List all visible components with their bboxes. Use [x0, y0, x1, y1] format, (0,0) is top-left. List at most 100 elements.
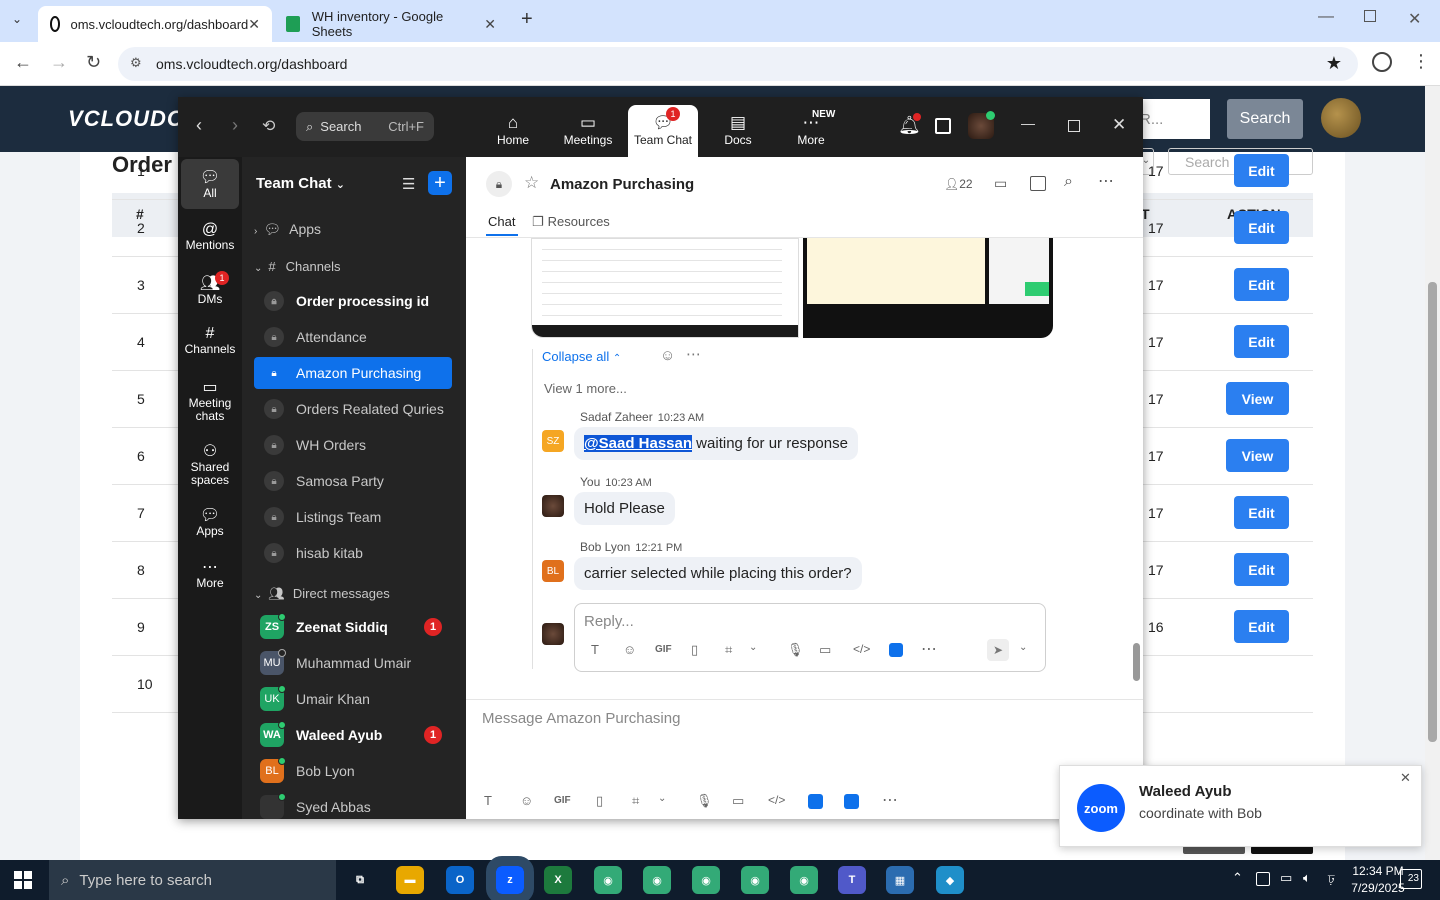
edit-button[interactable]: Edit [1234, 211, 1289, 244]
video-call-icon[interactable]: ▭ [994, 175, 1007, 192]
close-window-icon[interactable]: ✕ [1408, 9, 1421, 29]
view-more-link[interactable]: View 1 more... [544, 381, 627, 396]
reply-input[interactable]: Reply... [584, 613, 634, 630]
format-text-icon[interactable]: T [484, 793, 492, 808]
calendar-icon[interactable] [1030, 176, 1046, 191]
avatar[interactable]: SZ [542, 430, 564, 452]
tab-chat[interactable]: Chat [488, 214, 515, 229]
outlook-icon[interactable]: O [446, 866, 474, 894]
chrome-icon[interactable]: ◉ [741, 866, 769, 894]
vscode-icon[interactable]: ◆ [936, 866, 964, 894]
new-tab-icon[interactable]: + [521, 8, 533, 31]
message-bubble[interactable]: @Saad Hassan waiting for ur response [574, 427, 858, 460]
calculator-icon[interactable]: ▦ [886, 866, 914, 894]
notification-center-icon[interactable]: 23 [1400, 869, 1422, 889]
more-icon[interactable]: ⋯ [882, 790, 898, 810]
edit-button[interactable]: Edit [1234, 268, 1289, 301]
file-icon[interactable]: ▯ [596, 793, 603, 809]
video-message-icon[interactable]: ▭ [819, 642, 831, 658]
channel-item[interactable]: 🔒︎ Orders Realated Quries [254, 393, 452, 425]
edit-button[interactable]: Edit [1234, 496, 1289, 529]
channel-item[interactable]: 🔒︎ Order processing id [254, 285, 452, 317]
code-icon[interactable]: </> [768, 793, 785, 807]
avatar[interactable] [542, 495, 564, 517]
zoom-app-icon[interactable] [808, 794, 823, 809]
tab-dashboard[interactable]: oms.vcloudtech.org/dashboard ✕ [38, 6, 272, 42]
tab-meetings[interactable]: ▭ Meetings [553, 105, 623, 157]
tab-sheets[interactable]: WH inventory - Google Sheets ✕ [274, 6, 508, 42]
rail-channels[interactable]: # Channels [181, 317, 239, 367]
scrollbar-thumb[interactable] [1133, 643, 1140, 681]
taskbar-search[interactable]: ⌕ Type here to search [49, 860, 336, 900]
forward-icon[interactable]: › [232, 115, 238, 136]
send-icon[interactable]: ➤ [987, 639, 1009, 661]
back-icon[interactable]: ← [14, 52, 32, 73]
network-icon[interactable]: ▭ [1280, 870, 1292, 886]
more-icon[interactable]: ⋯ [921, 639, 937, 659]
collapse-all-link[interactable]: Collapse all ⌃ [542, 349, 621, 364]
chrome-icon[interactable]: ◉ [790, 866, 818, 894]
channel-item[interactable]: 🔒︎ Amazon Purchasing [254, 357, 452, 389]
message-bubble[interactable]: Hold Please [574, 492, 675, 525]
edit-button[interactable]: Edit [1234, 610, 1289, 643]
forward-icon[interactable]: → [50, 52, 68, 73]
history-icon[interactable]: ⟲ [262, 116, 275, 136]
dm-section-header[interactable]: ⌄ 👥︎ Direct messages [254, 586, 390, 602]
chat-scrollbar[interactable] [1131, 237, 1143, 699]
zoom-notification-toast[interactable]: zoom Waleed Ayub coordinate with Bob ✕ [1059, 765, 1422, 847]
tab-list-chevron-icon[interactable]: ⌄ [12, 12, 22, 26]
windows-start-icon[interactable] [14, 871, 32, 889]
filter-icon[interactable]: ☰ [402, 175, 415, 193]
tab-docs[interactable]: ▤ Docs [703, 105, 773, 157]
bookmark-star-icon[interactable]: ★ [1326, 53, 1342, 74]
avatar[interactable]: BL [542, 560, 564, 582]
calendar-icon[interactable] [935, 118, 951, 134]
screenshot-icon[interactable]: ⌗ [725, 642, 732, 658]
format-text-icon[interactable]: T [591, 642, 599, 657]
emoji-icon[interactable]: ☺ [520, 793, 533, 808]
edit-button[interactable]: Edit [1234, 553, 1289, 586]
search-icon[interactable]: ⌕ [1064, 173, 1073, 191]
close-tab-icon[interactable]: ✕ [248, 16, 260, 33]
file-explorer-icon[interactable]: ▬ [396, 866, 424, 894]
chevron-down-icon[interactable]: ⌄ [749, 642, 757, 653]
close-tab-icon[interactable]: ✕ [484, 16, 496, 33]
reload-icon[interactable]: ↻ [86, 52, 101, 73]
add-reaction-icon[interactable]: ☺ [660, 347, 675, 364]
rail-all[interactable]: 💬︎ All [181, 159, 239, 209]
channel-item[interactable]: 🔒︎ hisab kitab [254, 537, 452, 569]
chevron-down-icon[interactable]: ⌄ [658, 793, 666, 804]
channel-item[interactable]: 🔒︎ Attendance [254, 321, 452, 353]
tab-home[interactable]: ⌂ Home [478, 105, 548, 157]
tray-chevron-icon[interactable]: ⌃ [1232, 870, 1243, 886]
dm-item[interactable]: WA Waleed Ayub 1 [254, 719, 452, 751]
chevron-down-icon[interactable]: ⌄ [1019, 642, 1027, 653]
sender-name[interactable]: Sadaf Zaheer [580, 410, 653, 424]
volume-icon[interactable]: 🔈︎ [1303, 870, 1311, 886]
channel-item[interactable]: 🔒︎ WH Orders [254, 429, 452, 461]
dm-item[interactable]: BL Bob Lyon [254, 755, 452, 787]
new-chat-button[interactable]: + [428, 171, 452, 195]
rail-mentions[interactable]: @ Mentions [181, 213, 239, 263]
restore-icon[interactable] [1364, 10, 1376, 22]
channel-title[interactable]: Amazon Purchasing [550, 176, 694, 193]
more-icon[interactable]: ⋯ [686, 345, 701, 363]
rail-dms[interactable]: 👥︎ DMs 1 [181, 265, 239, 315]
pagination-button[interactable] [1183, 846, 1245, 854]
rail-meeting-chats[interactable]: ▭ Meeting chats [181, 369, 239, 429]
minimize-icon[interactable]: — [1021, 115, 1035, 131]
dm-item[interactable]: UK Umair Khan [254, 683, 452, 715]
url-field[interactable]: ⚙ oms.vcloudtech.org/dashboard ★ [118, 47, 1358, 81]
teams-icon[interactable]: T [838, 866, 866, 894]
reply-composer[interactable]: Reply... T ☺ GIF ▯ ⌗ ⌄ 🎙︎ ▭ </> ⋯ ➤ ⌄ [574, 603, 1046, 672]
view-button[interactable]: View [1226, 439, 1289, 472]
tray-app-icon[interactable] [1256, 872, 1270, 886]
members-count[interactable]: 👤︎22 [944, 177, 973, 191]
code-icon[interactable]: </> [853, 642, 870, 656]
mention-link[interactable]: @Saad Hassan [584, 435, 693, 452]
user-avatar[interactable] [1321, 98, 1361, 138]
mic-icon[interactable]: 🎙︎ [787, 642, 804, 658]
tab-resources[interactable]: ❐ Resources [532, 214, 610, 230]
emoji-icon[interactable]: ☺ [623, 642, 636, 657]
profile-icon[interactable] [1372, 52, 1392, 72]
